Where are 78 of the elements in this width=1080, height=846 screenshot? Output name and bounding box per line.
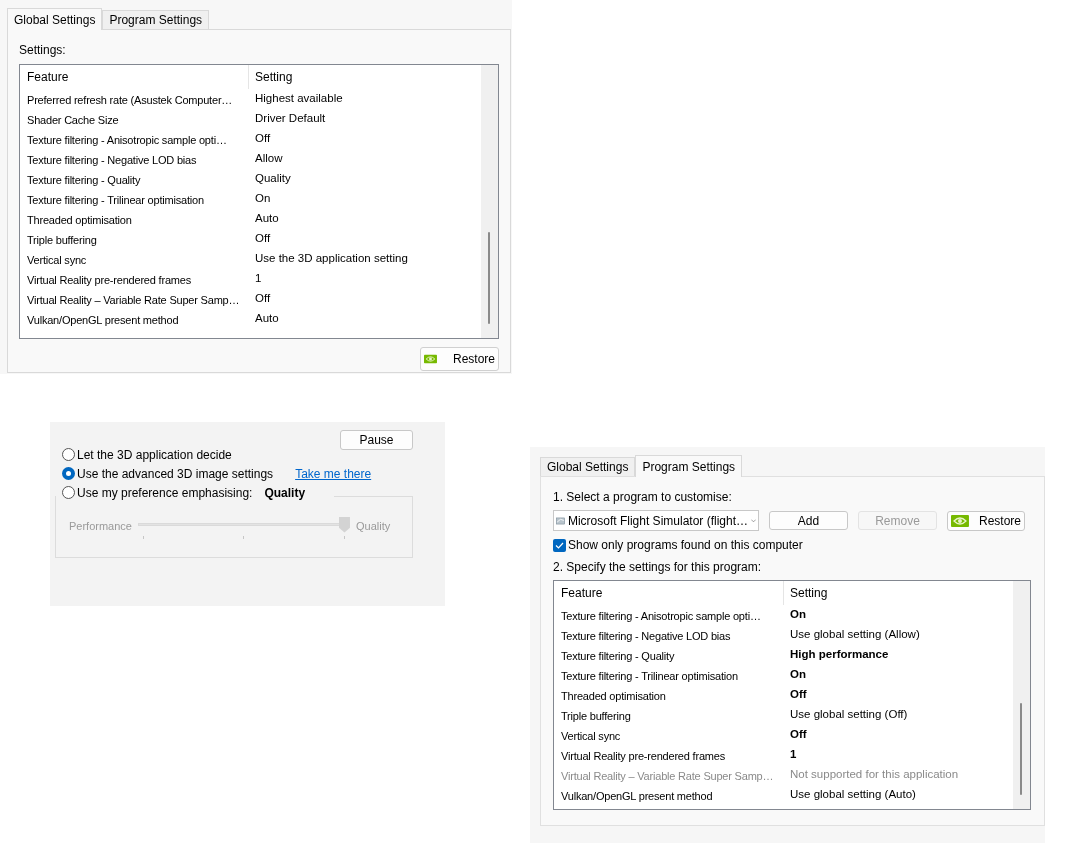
feature-cell[interactable]: Texture filtering - Quality [27, 174, 141, 186]
chevron-down-icon [751, 517, 756, 524]
feature-cell[interactable]: Preferred refresh rate (Asustek Computer… [27, 94, 233, 106]
option-label[interactable]: Use my preference emphasising: [77, 483, 253, 502]
setting-cell[interactable]: Quality [255, 170, 291, 188]
feature-cell[interactable]: Threaded optimisation [27, 214, 132, 226]
feature-cell[interactable]: Texture filtering - Negative LOD bias [561, 630, 731, 642]
settings-label: Settings: [19, 42, 67, 59]
feature-cell[interactable]: Vertical sync [27, 254, 87, 266]
setting-cell[interactable]: Off [255, 130, 271, 148]
take-me-there-link[interactable]: Take me there [295, 464, 372, 483]
option-label[interactable]: Use the advanced 3D image settings [77, 464, 274, 483]
feature-cell[interactable]: Triple buffering [561, 710, 631, 722]
feature-cell[interactable]: Vulkan/OpenGL present method [27, 314, 179, 326]
column-header[interactable]: Setting [249, 65, 293, 89]
radio-button[interactable] [62, 486, 75, 499]
step-label: 2. Specify the settings for this program: [553, 559, 763, 574]
setting-cell[interactable]: 1 [255, 270, 262, 288]
option-label[interactable]: Let the 3D application decide [77, 445, 232, 464]
setting-cell[interactable]: High performance [790, 646, 889, 664]
feature-cell[interactable]: Texture filtering - Negative LOD bias [27, 154, 197, 166]
nvidia-eye-icon [951, 514, 969, 527]
setting-cell[interactable]: Use global setting (Allow) [790, 626, 920, 644]
setting-cell[interactable]: Auto [255, 310, 279, 328]
radio-button[interactable] [62, 467, 75, 480]
setting-cell[interactable]: Use global setting (Auto) [790, 786, 916, 804]
feature-cell[interactable]: Triple buffering [27, 234, 97, 246]
program-dropdown[interactable]: Microsoft Flight Simulator (flight… [553, 510, 759, 531]
tab[interactable]: Program Settings [635, 455, 743, 477]
checkbox[interactable] [553, 538, 566, 552]
setting-cell[interactable]: On [790, 666, 806, 684]
feature-cell[interactable]: Vulkan/OpenGL present method [561, 790, 713, 802]
setting-cell[interactable]: Use global setting (Off) [790, 706, 908, 724]
feature-cell[interactable]: Virtual Reality pre-rendered frames [27, 274, 191, 286]
scrollbar[interactable] [481, 65, 498, 338]
setting-cell[interactable]: Off [790, 726, 807, 744]
setting-cell[interactable]: Driver Default [255, 110, 326, 128]
column-header[interactable]: Feature [20, 65, 249, 89]
program-icon [556, 514, 565, 527]
feature-cell[interactable]: Texture filtering - Trilinear optimisation [561, 670, 738, 682]
tab[interactable]: Program Settings [102, 10, 210, 29]
feature-cell[interactable]: Texture filtering - Trilinear optimisation [27, 194, 204, 206]
feature-cell[interactable]: Texture filtering - Quality [561, 650, 675, 662]
feature-cell[interactable]: Virtual Reality pre-rendered frames [561, 750, 725, 762]
setting-cell[interactable]: On [255, 190, 271, 208]
feature-cell[interactable]: Threaded optimisation [561, 690, 666, 702]
column-header[interactable]: Feature [554, 581, 784, 605]
slider-right-label: Quality [356, 519, 391, 535]
preference-value: Quality [264, 484, 306, 502]
setting-cell[interactable]: Highest available [255, 90, 343, 108]
feature-cell[interactable]: Vertical sync [561, 730, 621, 742]
restore-button[interactable]: Restore [420, 347, 499, 371]
slider-left-label: Performance [69, 519, 132, 535]
setting-cell[interactable]: Off [790, 686, 807, 704]
setting-cell[interactable]: Off [255, 290, 271, 308]
scrollbar[interactable] [1013, 581, 1030, 809]
feature-cell[interactable]: Virtual Reality – Variable Rate Super Samp… [27, 294, 240, 306]
column-header[interactable]: Setting [784, 581, 828, 605]
setting-cell[interactable]: 1 [790, 746, 797, 764]
step-label: 1. Select a program to customise: [553, 489, 733, 504]
program-button[interactable]: Add [769, 511, 848, 530]
setting-cell[interactable]: Off [255, 230, 271, 248]
radio-button[interactable] [62, 448, 75, 461]
setting-cell[interactable]: Allow [255, 150, 283, 168]
pause-button[interactable]: Pause [340, 430, 413, 450]
nvidia-eye-icon [424, 353, 437, 365]
setting-cell[interactable]: Auto [255, 210, 279, 228]
feature-cell[interactable]: Texture filtering - Anisotropic sample opti… [561, 610, 761, 622]
tab[interactable]: Global Settings [540, 457, 636, 476]
feature-cell[interactable]: Texture filtering - Anisotropic sample opti… [27, 134, 227, 146]
restore-button[interactable]: Restore [947, 510, 1025, 531]
feature-cell[interactable]: Virtual Reality – Variable Rate Super Samp… [561, 770, 774, 782]
checkbox-label[interactable]: Show only programs found on this computer [568, 536, 803, 554]
setting-cell[interactable]: Not supported for this application [790, 766, 959, 784]
tab[interactable]: Global Settings [7, 8, 103, 30]
feature-cell[interactable]: Shader Cache Size [27, 114, 119, 126]
setting-cell[interactable]: Use the 3D application setting [255, 250, 408, 268]
setting-cell[interactable]: On [790, 606, 806, 624]
